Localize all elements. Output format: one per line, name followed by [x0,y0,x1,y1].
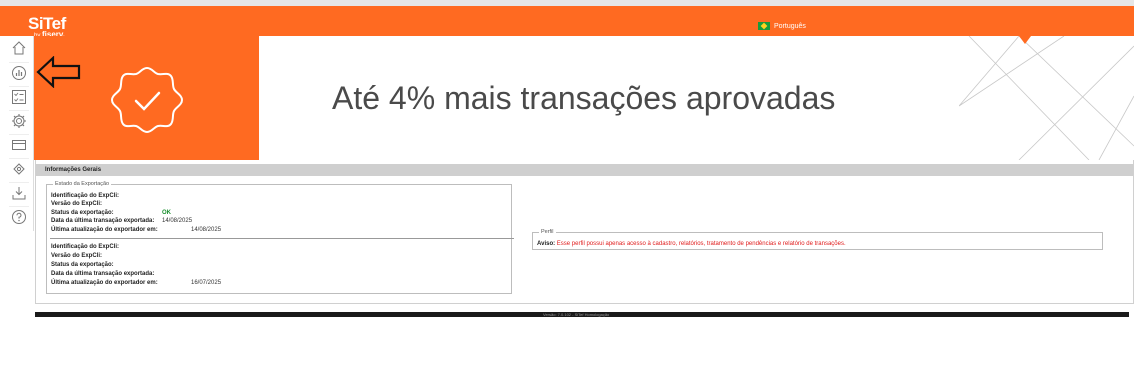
chart-icon [12,66,26,80]
panel-title: Informações Gerais [36,164,1133,176]
sidebar-item-export[interactable] [9,182,29,203]
block-divider [50,238,514,239]
warning-text: Esse perfil possui apenas acesso à cadas… [556,241,846,247]
export-status-fieldset: Estado da Exportação Identificação do Ex… [46,181,514,294]
language-label: Português [774,22,806,30]
download-icon [12,187,26,200]
hero-headline: Até 4% mais transações aprovadas [332,80,836,116]
footer-bar: Versão: 7.0.102 - SiTef Homologação [35,312,1129,317]
gear-icon [12,114,26,128]
check-badge-icon [110,66,184,134]
profile-legend: Perfil [539,229,556,236]
help-icon [12,210,26,224]
language-selector[interactable]: Português [758,22,806,30]
sidebar [5,36,34,231]
hero-banner: Até 4% mais transações aprovadas [34,36,1134,160]
sidebar-item-home[interactable] [9,38,29,58]
sidebar-item-pending[interactable] [9,86,29,107]
profile-warning: Aviso: Esse perfil possui apenas acesso … [537,240,846,248]
checklist-icon [12,90,26,104]
sidebar-item-integrations[interactable] [9,158,29,179]
export-status-legend: Estado da Exportação [53,181,112,188]
profile-fieldset: Perfil Aviso: Esse perfil possui apenas … [532,229,1103,250]
last-transaction-value: 14/08/2025 [162,218,193,224]
last-update-value: 14/08/2025 [191,227,222,233]
arrow-pointer-icon [36,56,81,88]
top-bar: SiTef by fiserv. Português [0,6,1134,39]
sidebar-item-reports[interactable] [9,62,29,83]
expcli-id-label-2: Identificação do ExpCli: [51,244,120,250]
puzzle-icon [13,163,25,175]
last-update-value-2: 16/07/2025 [191,280,222,286]
export-status-value: OK [162,210,171,216]
hero-orange-block [34,36,259,160]
last-transaction-label: Data da última transação exportada: [51,218,155,224]
expcli-id-label: Identificação do ExpCli: [51,193,120,199]
hero-decoration [959,36,1134,160]
expcli-version-label-2: Versão do ExpCli: [51,253,103,259]
home-icon [12,41,26,55]
sidebar-item-help[interactable] [9,206,29,227]
brazil-flag-icon [758,22,770,30]
warning-label: Aviso: [537,241,556,247]
export-status-label-2: Status da exportação: [51,262,114,268]
general-info-panel: Informações Gerais Estado da Exportação … [35,160,1134,304]
last-update-label: Última atualização do exportador em: [51,227,158,233]
expcli-version-label: Versão do ExpCli: [51,201,103,207]
last-transaction-label-2: Data da última transação exportada: [51,271,155,277]
last-update-label-2: Última atualização do exportador em: [51,280,158,286]
version-text: Versão: 7.0.102 - SiTef Homologação [543,312,610,317]
sidebar-item-cards[interactable] [9,134,29,155]
export-status-label: Status da exportação: [51,210,114,216]
card-icon [12,140,26,150]
sidebar-item-settings[interactable] [9,110,29,131]
